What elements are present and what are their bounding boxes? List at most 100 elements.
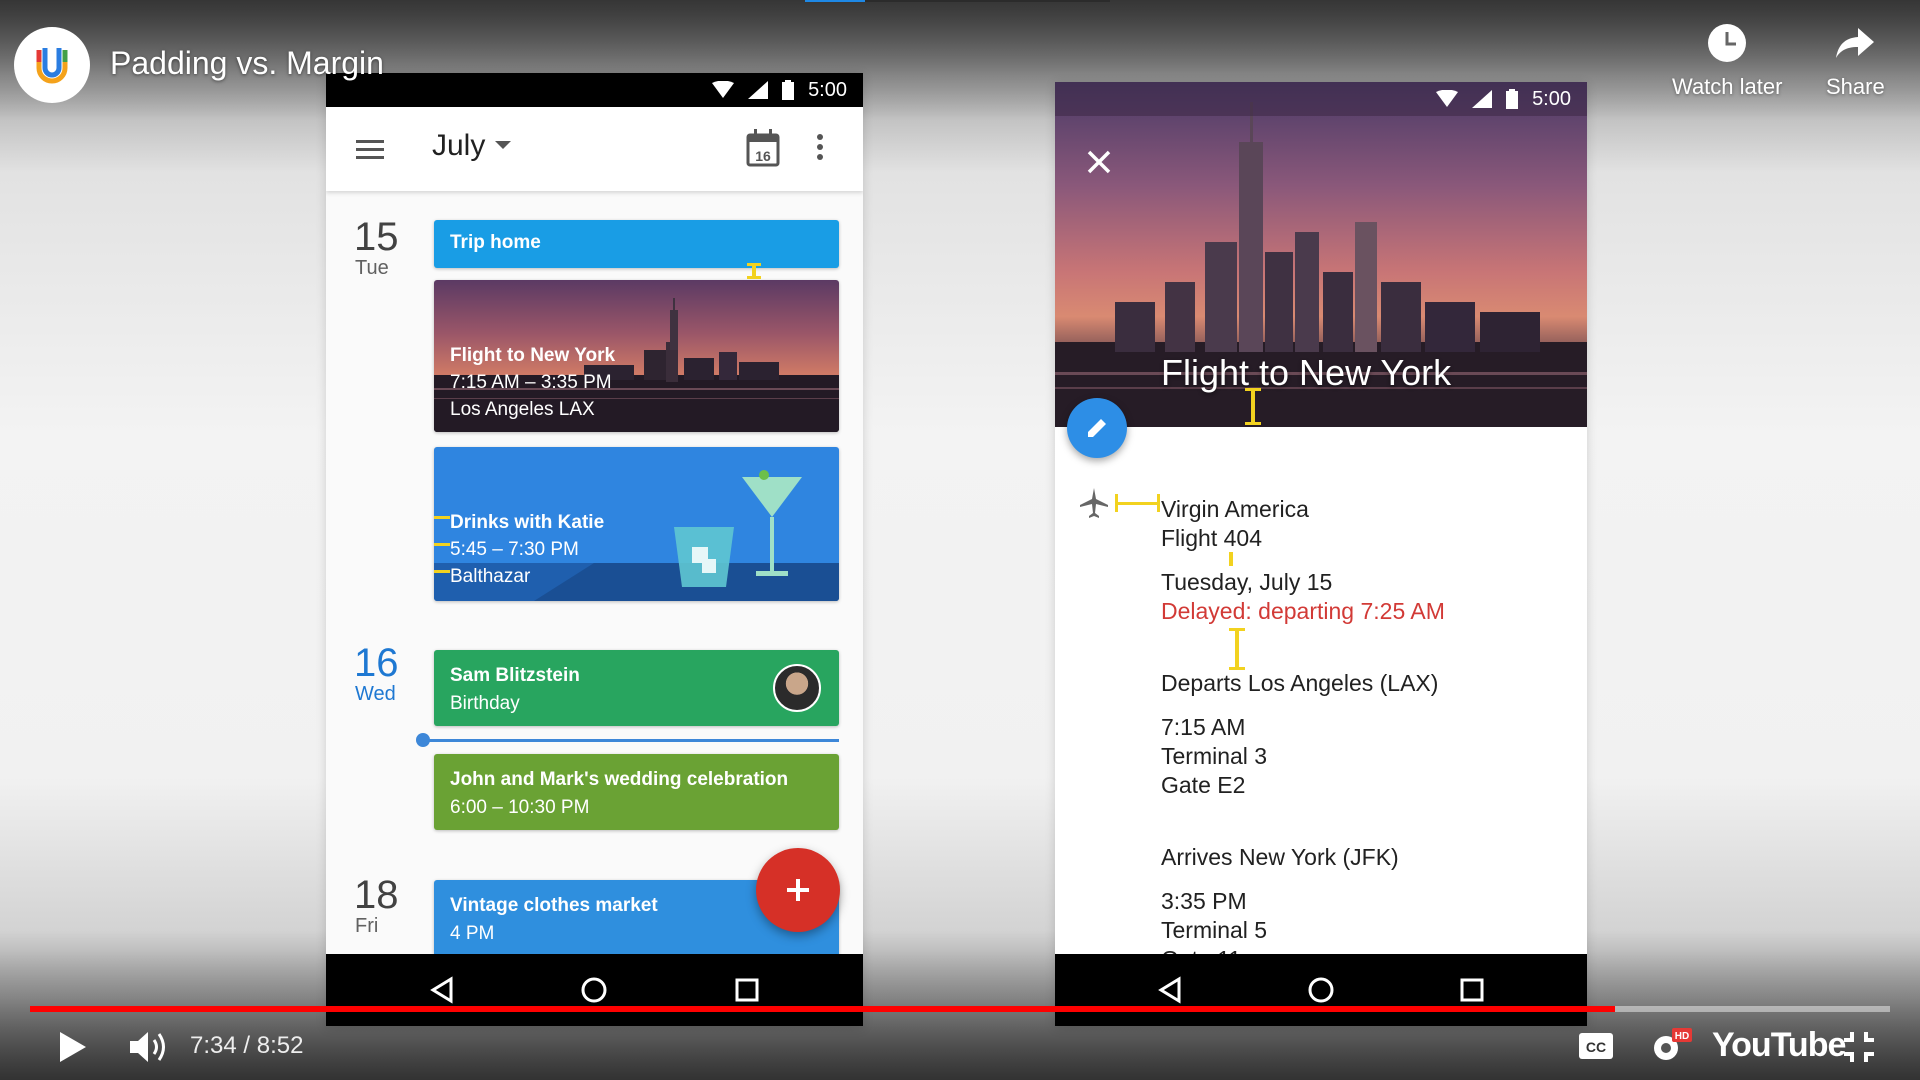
- event-flight-to-new-york[interactable]: Flight to New York 7:15 AM – 3:35 PM Los…: [434, 280, 839, 432]
- spacing-annotation: [747, 276, 761, 279]
- share-label: Share: [1826, 74, 1885, 99]
- total-duration: 8:52: [256, 1032, 304, 1059]
- event-detail-title: Flight to New York: [1161, 352, 1452, 393]
- channel-logo[interactable]: [14, 27, 90, 103]
- more-vert-icon[interactable]: [814, 129, 826, 165]
- watch-later-button[interactable]: Watch later: [1672, 22, 1782, 100]
- calendar-app-bar: July 16: [326, 107, 863, 191]
- spacing-annotation: [1251, 390, 1255, 424]
- today-button[interactable]: 16: [746, 129, 780, 172]
- month-selector[interactable]: July: [432, 129, 512, 163]
- time-display: 7:34 / 8:52: [190, 1032, 303, 1060]
- spacing-annotation: [434, 543, 450, 546]
- add-event-fab[interactable]: [756, 848, 840, 932]
- event-subtitle: Birthday: [450, 693, 520, 714]
- current-time-dot: [416, 733, 430, 747]
- spacing-annotation: [434, 570, 450, 573]
- captions-button[interactable]: CC: [1578, 1032, 1614, 1065]
- status-bar: 5:00: [1055, 82, 1587, 116]
- event-time: 5:45 – 7:30 PM: [450, 539, 579, 560]
- arrival-terminal: Terminal 5: [1161, 917, 1268, 943]
- wifi-icon: [712, 81, 735, 98]
- youtube-logo[interactable]: YouTube: [1712, 1026, 1846, 1065]
- event-title: Flight to New York: [450, 345, 616, 366]
- event-drinks-with-katie[interactable]: Drinks with Katie 5:45 – 7:30 PM Balthaz…: [434, 447, 839, 601]
- event-title: Trip home: [450, 232, 541, 253]
- wifi-icon: [1436, 90, 1459, 107]
- cc-icon: CC: [1579, 1033, 1613, 1059]
- share-arrow-icon: [1836, 28, 1875, 58]
- event-time: 4 PM: [450, 923, 495, 944]
- play-button[interactable]: [58, 1030, 88, 1069]
- android-nav-bar: [326, 954, 863, 1026]
- event-title: John and Mark's wedding celebration: [450, 769, 789, 790]
- departure-gate: Gate E2: [1161, 772, 1246, 798]
- airplane-icon: [1080, 488, 1108, 518]
- avatar: [773, 664, 821, 712]
- day-name: Fri: [355, 915, 379, 937]
- video-progress-bar[interactable]: [30, 1006, 1890, 1012]
- plus-icon: [787, 879, 809, 901]
- volume-icon: [130, 1032, 165, 1062]
- video-title[interactable]: Padding vs. Margin: [110, 45, 384, 82]
- svg-text:HD: HD: [1675, 1031, 1689, 1042]
- spacing-annotation: [434, 516, 450, 519]
- flight-detail-phone-screen: 5:00 Flight to New York Virgin America F…: [1055, 82, 1587, 1026]
- event-wedding-celebration[interactable]: John and Mark's wedding celebration 6:00…: [434, 754, 839, 830]
- event-location: Los Angeles LAX: [450, 399, 595, 420]
- hamburger-menu-icon[interactable]: [352, 131, 388, 167]
- event-title: Sam Blitzstein: [450, 665, 580, 686]
- event-title: Drinks with Katie: [450, 512, 605, 533]
- buffer-indicator: [805, 0, 1110, 2]
- departure-terminal: Terminal 3: [1161, 743, 1268, 769]
- home-circle-icon: [1308, 977, 1334, 1003]
- spacing-annotation: [1117, 502, 1159, 505]
- spacing-annotation: [1235, 628, 1239, 670]
- video-progress-played: [30, 1006, 1615, 1012]
- signal-icon: [1472, 90, 1493, 108]
- android-nav-bar: [1055, 954, 1587, 1026]
- departure-heading: Departs Los Angeles (LAX): [1161, 670, 1439, 696]
- airline-name: Virgin America: [1161, 496, 1309, 522]
- day-number: 18: [354, 873, 399, 917]
- battery-icon: [782, 80, 795, 100]
- event-trip-home[interactable]: Trip home: [434, 220, 839, 268]
- spacing-annotation: [1245, 388, 1261, 391]
- spacing-annotation: [747, 263, 761, 266]
- volume-button[interactable]: [128, 1028, 170, 1071]
- event-time: 6:00 – 10:30 PM: [450, 797, 590, 818]
- recents-square-icon: [735, 978, 759, 1002]
- spacing-annotation: [1115, 494, 1118, 512]
- status-time: 5:00: [1532, 87, 1571, 110]
- exit-fullscreen-button[interactable]: [1842, 1030, 1876, 1069]
- clock-icon: [1708, 24, 1747, 62]
- day-number-today: 16: [354, 641, 399, 685]
- day-number: 15: [354, 215, 399, 259]
- flight-number: Flight 404: [1161, 525, 1263, 551]
- udacity-logo-icon: [36, 48, 68, 84]
- settings-button[interactable]: HD: [1648, 1026, 1692, 1071]
- calendar-icon: 16: [746, 129, 780, 167]
- delay-status: Delayed: departing 7:25 AM: [1161, 598, 1445, 624]
- day-name: Tue: [355, 257, 389, 279]
- event-time: 7:15 AM – 3:35 PM: [450, 372, 612, 393]
- edit-event-fab[interactable]: [1067, 398, 1127, 458]
- departure-time: 7:15 AM: [1161, 714, 1246, 740]
- share-button[interactable]: Share: [1826, 22, 1885, 100]
- exit-fullscreen-icon: [1844, 1032, 1874, 1062]
- svg-text:CC: CC: [1586, 1039, 1606, 1055]
- battery-icon: [1506, 89, 1519, 109]
- current-time: 7:34: [190, 1032, 237, 1059]
- signal-icon: [748, 81, 769, 99]
- calendar-icon-day: 16: [755, 148, 771, 164]
- status-bar: 5:00: [326, 73, 863, 107]
- close-icon[interactable]: [1079, 142, 1119, 182]
- arrival-heading: Arrives New York (JFK): [1161, 844, 1399, 870]
- month-label: July: [432, 129, 486, 162]
- hero-image: 5:00 Flight to New York: [1055, 82, 1587, 427]
- day-name-today: Wed: [355, 683, 396, 705]
- home-circle-icon: [581, 977, 607, 1003]
- event-sam-blitzstein-birthday[interactable]: Sam Blitzstein Birthday: [434, 650, 839, 726]
- calendar-phone-screen: 5:00 July 16 15 Tue 16 Wed 18 Fri Trip h…: [326, 73, 863, 1026]
- spacing-annotation: [1229, 628, 1245, 631]
